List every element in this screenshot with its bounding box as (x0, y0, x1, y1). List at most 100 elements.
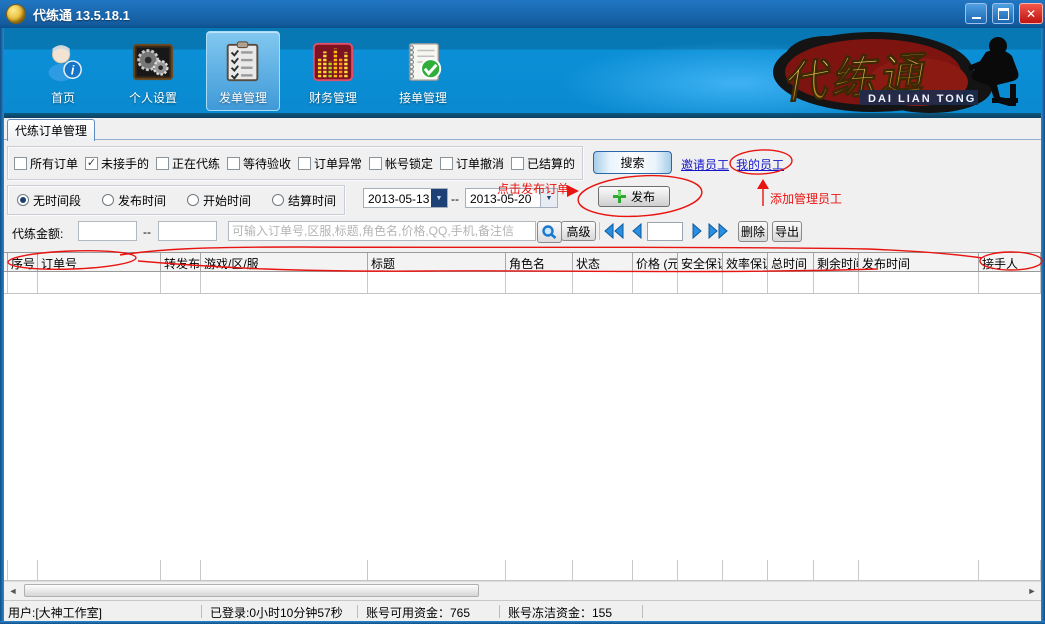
checkbox-label: 等待验收 (243, 155, 291, 172)
table-cell (368, 272, 506, 293)
column-header[interactable]: 价格 (元 (633, 253, 678, 271)
checkbox-label: 已结算的 (527, 155, 575, 172)
status-available-funds: 账号可用资金：765 (366, 604, 470, 621)
column-header[interactable]: 序号 (8, 253, 38, 271)
time-radio-1[interactable]: 发布时间 (102, 192, 166, 209)
last-page-button[interactable] (707, 223, 729, 241)
table-cell (506, 272, 573, 293)
date-to-select[interactable]: 2013-05-20 ▼ (465, 188, 558, 208)
horizontal-scrollbar[interactable]: ◄ ► (4, 581, 1041, 599)
status-divider (642, 605, 643, 618)
table-cell (859, 272, 979, 293)
checkbox-icon[interactable] (227, 157, 240, 170)
nav-finance[interactable]: 财务管理 (296, 31, 370, 111)
keyword-search-button[interactable] (537, 221, 562, 243)
nav-home[interactable]: i首页 (26, 31, 100, 111)
filter-checkbox-0[interactable]: 所有订单 (14, 155, 85, 172)
radio-icon[interactable] (187, 194, 199, 206)
keyword-search-input[interactable] (228, 221, 536, 241)
table-header-row: 序号订单号转发布游戏/区/服标题角色名状态价格 (元安全保证效率保证总时间剩余时… (4, 252, 1041, 272)
column-header[interactable]: 效率保证 (723, 253, 768, 271)
checkbox-icon[interactable] (369, 157, 382, 170)
delete-button[interactable]: 删除 (738, 221, 768, 242)
column-header[interactable]: 接手人 (979, 253, 1041, 271)
column-header[interactable]: 状态 (573, 253, 633, 271)
column-header[interactable]: 发布时间 (859, 253, 979, 271)
time-range-group: 无时间段 发布时间 开始时间 结算时间 (7, 185, 345, 215)
minimize-button[interactable] (965, 3, 987, 24)
column-header[interactable]: 剩余时间 (814, 253, 859, 271)
chevron-down-icon[interactable]: ▼ (540, 189, 557, 207)
checkbox-icon[interactable] (440, 157, 453, 170)
table-cell (38, 560, 161, 580)
publish-icon (221, 40, 265, 84)
checkbox-icon[interactable] (511, 157, 524, 170)
column-header[interactable]: 订单号 (38, 253, 161, 271)
table-cell (201, 560, 368, 580)
checkbox-icon[interactable]: ✓ (85, 157, 98, 170)
chevron-down-icon[interactable]: ▼ (431, 189, 447, 207)
scroll-right-arrow-icon[interactable]: ► (1025, 584, 1039, 597)
nav-settings[interactable]: 个人设置 (116, 31, 190, 111)
table-cell (814, 272, 859, 293)
statusbar: 用户:[大神工作室] 已登录:0小时10分钟57秒 账号可用资金：765 账号冻… (0, 600, 1045, 622)
prev-page-button[interactable] (628, 223, 646, 241)
table-cell (633, 560, 678, 580)
filter-checkbox-5[interactable]: 帐号锁定 (369, 155, 440, 172)
radio-icon[interactable] (272, 194, 284, 206)
settings-icon (131, 40, 175, 84)
filter-checkbox-1[interactable]: ✓未接手的 (85, 155, 156, 172)
main-nav: i首页个人设置发单管理财务管理接单管理 (26, 31, 460, 111)
first-page-button[interactable] (603, 223, 625, 241)
maximize-button[interactable] (992, 3, 1014, 24)
export-button[interactable]: 导出 (772, 221, 802, 242)
time-radio-2[interactable]: 开始时间 (187, 192, 251, 209)
amount-min-input[interactable] (78, 221, 137, 241)
scrollbar-thumb[interactable] (24, 584, 479, 597)
column-header[interactable]: 游戏/区/服 (201, 253, 368, 271)
nav-accept[interactable]: 接单管理 (386, 31, 460, 111)
tab-dailian-order-mgmt[interactable]: 代练订单管理 (7, 119, 95, 141)
checkbox-icon[interactable] (156, 157, 169, 170)
page-number-input[interactable] (647, 222, 683, 241)
checkbox-icon[interactable] (298, 157, 311, 170)
double-right-arrow-icon (707, 223, 729, 239)
column-header[interactable]: 转发布 (161, 253, 201, 271)
my-staff-link[interactable]: 我的员工 (736, 156, 784, 173)
search-button[interactable]: 搜索 (593, 151, 672, 174)
filter-checkbox-7[interactable]: 已结算的 (511, 155, 582, 172)
orders-table: 序号订单号转发布游戏/区/服标题角色名状态价格 (元安全保证效率保证总时间剩余时… (4, 252, 1041, 581)
column-header[interactable]: 安全保证 (678, 253, 723, 271)
checkbox-icon[interactable] (14, 157, 27, 170)
invite-staff-link[interactable]: 邀请员工 (681, 156, 729, 173)
table-row (4, 560, 1041, 581)
close-button[interactable]: ✕ (1019, 3, 1043, 24)
radio-icon[interactable] (17, 194, 29, 206)
publish-order-button[interactable]: 发布 (598, 186, 670, 207)
time-radio-0[interactable]: 无时间段 (17, 192, 81, 209)
advanced-button-label: 高级 (566, 225, 590, 239)
filter-checkbox-4[interactable]: 订单异常 (298, 155, 369, 172)
delete-button-label: 删除 (741, 225, 765, 239)
nav-publish[interactable]: 发单管理 (206, 31, 280, 111)
order-status-filter-group: 所有订单 ✓未接手的正在代练等待验收订单异常帐号锁定订单撤消已结算的 (7, 146, 583, 180)
column-header[interactable]: 标题 (368, 253, 506, 271)
column-header[interactable]: 角色名 (506, 253, 573, 271)
amount-max-input[interactable] (158, 221, 217, 241)
time-radio-3[interactable]: 结算时间 (272, 192, 336, 209)
advanced-search-button[interactable]: 高级 (561, 221, 596, 241)
next-page-button[interactable] (688, 223, 706, 241)
radio-icon[interactable] (102, 194, 114, 206)
column-header[interactable]: 总时间 (768, 253, 814, 271)
tabstrip: 代练订单管理 (0, 118, 1045, 140)
accept-icon (401, 40, 445, 84)
toolbar: i首页个人设置发单管理财务管理接单管理 代练通 DAI LIAN TONG (0, 28, 1045, 113)
filter-checkbox-3[interactable]: 等待验收 (227, 155, 298, 172)
date-from-select[interactable]: 2013-05-13 ▼ (363, 188, 448, 208)
checkbox-label: 所有订单 (30, 155, 78, 172)
filter-checkbox-2[interactable]: 正在代练 (156, 155, 227, 172)
maximize-icon (998, 8, 1009, 20)
scroll-left-arrow-icon[interactable]: ◄ (6, 584, 20, 597)
filter-checkbox-6[interactable]: 订单撤消 (440, 155, 511, 172)
tab-label: 代练订单管理 (15, 122, 87, 139)
